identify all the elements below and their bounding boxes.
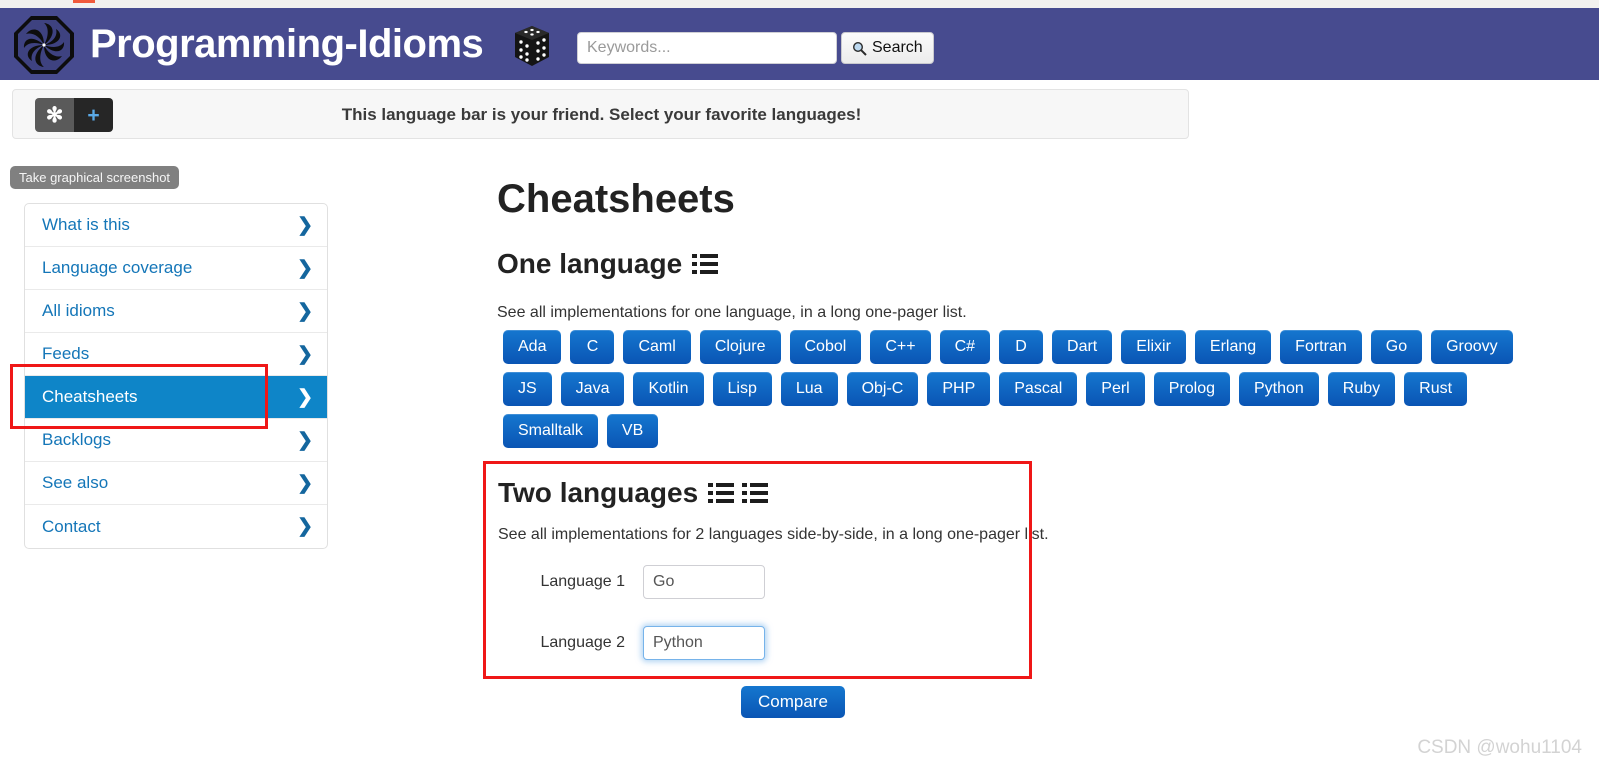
language-1-row: Language 1 [483, 565, 765, 599]
language-button-c[interactable]: C [570, 330, 615, 364]
one-language-heading-label: One language [497, 248, 683, 279]
asterisk-icon[interactable]: ✻ [35, 98, 74, 132]
one-language-button-grid: Ada C Caml Clojure Cobol C++ C# D Dart E… [503, 330, 1599, 456]
language-button-groovy[interactable]: Groovy [1431, 330, 1513, 364]
sidebar-item-all-idioms[interactable]: All idioms ❯ [25, 290, 327, 333]
sidebar-item-contact[interactable]: Contact ❯ [25, 505, 327, 548]
language-button-smalltalk[interactable]: Smalltalk [503, 414, 598, 448]
language-2-label: Language 2 [540, 634, 625, 651]
language-bar-message: This language bar is your friend. Select… [341, 105, 862, 124]
orange-marker [73, 0, 95, 3]
language-button-java[interactable]: Java [560, 372, 625, 406]
language-button-pascal[interactable]: Pascal [999, 372, 1078, 406]
sidebar-item-see-also[interactable]: See also ❯ [25, 462, 327, 505]
page-root: Programming-Idioms Keywords... Search Th… [0, 0, 1599, 776]
list-icon [692, 253, 719, 275]
language-1-input[interactable] [643, 565, 765, 599]
language-button-clojure[interactable]: Clojure [699, 330, 781, 364]
browser-top-strip [0, 0, 1599, 8]
two-languages-heading: Two languages [498, 477, 769, 509]
dice-cube-icon[interactable] [512, 25, 552, 67]
sidebar-item-label: See also [42, 473, 109, 492]
chevron-right-icon: ❯ [297, 429, 313, 451]
sidebar-nav: What is this ❯ Language coverage ❯ All i… [24, 203, 328, 549]
plus-icon[interactable]: + [74, 98, 113, 132]
language-row-2: JS Java Kotlin Lisp Lua Obj-C PHP Pascal… [503, 372, 1599, 406]
language-bar-buttons: ✻ + [35, 98, 113, 132]
language-bar: This language bar is your friend. Select… [12, 89, 1189, 139]
language-button-ada[interactable]: Ada [503, 330, 562, 364]
language-button-lua[interactable]: Lua [780, 372, 838, 406]
sidebar-item-cheatsheets[interactable]: Cheatsheets ❯ [25, 376, 327, 419]
list-icon [708, 482, 735, 504]
chevron-right-icon: ❯ [297, 214, 313, 236]
pinwheel-octagon-logo[interactable] [12, 14, 76, 76]
language-button-lisp[interactable]: Lisp [712, 372, 772, 406]
sidebar-item-label: Backlogs [42, 430, 111, 449]
page-title: Cheatsheets [497, 177, 735, 221]
language-button-ruby[interactable]: Ruby [1327, 372, 1396, 406]
language-button-python[interactable]: Python [1238, 372, 1319, 406]
sidebar-item-label: What is this [42, 215, 130, 234]
language-row-1: Ada C Caml Clojure Cobol C++ C# D Dart E… [503, 330, 1599, 364]
sidebar-item-label: Cheatsheets [42, 387, 138, 406]
language-button-prolog[interactable]: Prolog [1153, 372, 1230, 406]
sidebar-item-backlogs[interactable]: Backlogs ❯ [25, 419, 327, 462]
sidebar-item-feeds[interactable]: Feeds ❯ [25, 333, 327, 376]
sidebar-item-label: Contact [42, 516, 101, 536]
site-header: Programming-Idioms Keywords... Search [0, 8, 1599, 80]
language-1-label: Language 1 [540, 573, 625, 590]
language-button-cpp[interactable]: C++ [870, 330, 931, 364]
magnifier-icon [852, 41, 867, 56]
sidebar-item-what-is-this[interactable]: What is this ❯ [25, 204, 327, 247]
chevron-right-icon: ❯ [297, 257, 313, 279]
watermark: CSDN @wohu1104 [1417, 737, 1582, 758]
language-button-php[interactable]: PHP [927, 372, 991, 406]
search-button[interactable]: Search [841, 32, 934, 64]
language-2-input[interactable] [643, 626, 765, 660]
language-button-fortran[interactable]: Fortran [1280, 330, 1362, 364]
language-button-cobol[interactable]: Cobol [789, 330, 862, 364]
chevron-right-icon: ❯ [297, 386, 313, 408]
language-2-row: Language 2 [483, 626, 765, 660]
language-button-go[interactable]: Go [1370, 330, 1423, 364]
two-languages-description: See all implementations for 2 languages … [498, 526, 1049, 543]
screenshot-tooltip: Take graphical screenshot [10, 166, 180, 189]
language-button-elixir[interactable]: Elixir [1121, 330, 1186, 364]
two-languages-heading-label: Two languages [498, 477, 699, 508]
language-button-vb[interactable]: VB [606, 414, 659, 448]
compare-button[interactable]: Compare [741, 686, 845, 718]
language-button-d[interactable]: D [999, 330, 1044, 364]
site-title: Programming-Idioms [90, 22, 484, 66]
chevron-right-icon: ❯ [297, 472, 313, 494]
language-button-erlang[interactable]: Erlang [1194, 330, 1272, 364]
main-content: Cheatsheets One language See all impleme… [497, 176, 1599, 322]
sidebar-item-language-coverage[interactable]: Language coverage ❯ [25, 247, 327, 290]
sidebar-item-label: All idioms [42, 301, 115, 320]
one-language-heading: One language [497, 248, 1599, 280]
one-language-description: See all implementations for one language… [497, 304, 967, 321]
sidebar-item-label: Feeds [42, 344, 90, 363]
chevron-right-icon: ❯ [297, 516, 313, 537]
language-button-csharp[interactable]: C# [939, 330, 991, 364]
sidebar-item-label: Language coverage [42, 258, 193, 277]
chevron-right-icon: ❯ [297, 343, 313, 365]
language-button-kotlin[interactable]: Kotlin [633, 372, 704, 406]
language-row-3: Smalltalk VB [503, 414, 1599, 448]
language-button-js[interactable]: JS [503, 372, 552, 406]
search-input[interactable] [577, 32, 837, 64]
chevron-right-icon: ❯ [297, 300, 313, 322]
two-languages-section: Two languages See all implementations fo… [483, 461, 1049, 679]
language-button-rust[interactable]: Rust [1404, 372, 1468, 406]
language-button-dart[interactable]: Dart [1052, 330, 1113, 364]
language-button-perl[interactable]: Perl [1086, 372, 1145, 406]
search-button-label: Search [872, 39, 923, 56]
language-button-caml[interactable]: Caml [623, 330, 691, 364]
list-icon [742, 482, 769, 504]
language-button-objc[interactable]: Obj-C [846, 372, 919, 406]
